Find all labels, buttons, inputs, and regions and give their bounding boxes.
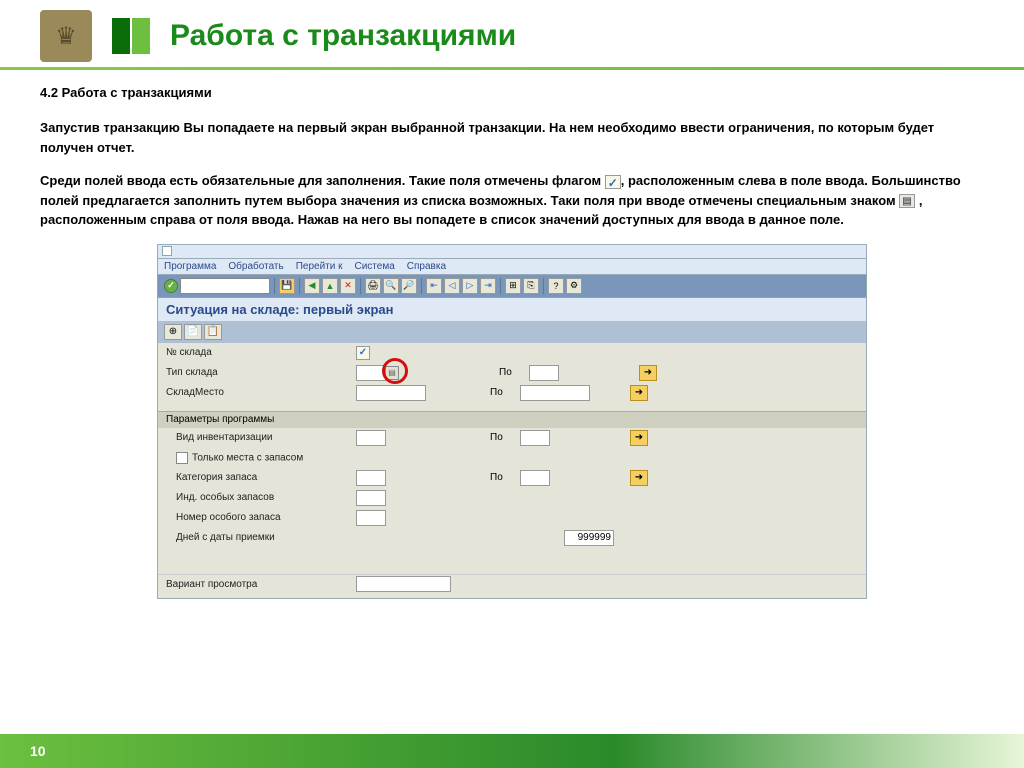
last-page-button[interactable]: ⇥: [480, 278, 496, 294]
input-storage-bin-to[interactable]: [520, 385, 590, 401]
divider: [0, 67, 1024, 70]
crest-logo: [40, 10, 92, 62]
multiple-selection-button[interactable]: ➜: [630, 430, 648, 446]
shortcut-button[interactable]: ⎘: [523, 278, 539, 294]
next-page-button[interactable]: ▷: [462, 278, 478, 294]
menu-system[interactable]: Система: [355, 261, 395, 272]
sap-app-toolbar: ⊕ 📄 📋: [157, 321, 867, 343]
label-inv-type: Вид инвентаризации: [166, 432, 356, 443]
input-display-variant[interactable]: [356, 576, 451, 592]
find-next-button[interactable]: 🔎: [401, 278, 417, 294]
layout-button[interactable]: ⚙: [566, 278, 582, 294]
menu-goto[interactable]: Перейти к: [296, 261, 343, 272]
input-special-ind[interactable]: [356, 490, 386, 506]
slide-footer: 10: [0, 734, 1024, 768]
section-heading: 4.2 Работа с транзакциями: [40, 85, 984, 100]
label-storage-bin: СкладМесто: [166, 387, 356, 398]
input-warehouse-type-to[interactable]: [529, 365, 559, 381]
decor-blocks: [112, 18, 150, 54]
first-page-button[interactable]: ⇤: [426, 278, 442, 294]
paragraph-1: Запустив транзакцию Вы попадаете на перв…: [40, 118, 984, 157]
input-inv-type-to[interactable]: [520, 430, 550, 446]
checkbox-only-stock[interactable]: [176, 452, 188, 464]
cancel-button[interactable]: ✕: [340, 278, 356, 294]
multiple-selection-button[interactable]: ➜: [639, 365, 657, 381]
enter-button[interactable]: ✓: [164, 279, 178, 293]
get-variant-button[interactable]: 📄: [184, 324, 202, 340]
group-header-params: Параметры программы: [158, 411, 866, 428]
paragraph-2: Среди полей ввода есть обязательные для …: [40, 171, 984, 230]
required-flag-icon: [605, 175, 621, 189]
sap-screenshot: Программа Обработать Перейти к Система С…: [157, 244, 867, 599]
input-stock-cat-from[interactable]: [356, 470, 386, 486]
label-to: По: [490, 472, 520, 483]
value-help-icon: [899, 194, 915, 208]
label-special-ind: Инд. особых запасов: [166, 492, 356, 503]
value-help-button[interactable]: ▤: [385, 366, 399, 380]
sap-screen-title: Ситуация на складе: первый экран: [157, 298, 867, 321]
slide-header: Работа с транзакциями: [0, 0, 1024, 67]
required-flag-icon: ✓: [356, 346, 370, 360]
label-stock-cat: Категория запаса: [166, 472, 356, 483]
selection-button[interactable]: 📋: [204, 324, 222, 340]
new-session-button[interactable]: ⊞: [505, 278, 521, 294]
input-warehouse-type-from[interactable]: [356, 365, 386, 381]
label-warehouse-type: Тип склада: [166, 367, 356, 378]
input-days-since[interactable]: 999999: [564, 530, 614, 546]
window-menu-icon[interactable]: [162, 246, 172, 256]
sap-form-body: № склада ✓ Тип склада ▤ По ➜ СкладМесто …: [157, 343, 867, 599]
input-inv-type-from[interactable]: [356, 430, 386, 446]
save-button[interactable]: 💾: [279, 278, 295, 294]
execute-button[interactable]: ⊕: [164, 324, 182, 340]
find-button[interactable]: 🔍: [383, 278, 399, 294]
multiple-selection-button[interactable]: ➜: [630, 470, 648, 486]
exit-button[interactable]: ▲: [322, 278, 338, 294]
label-only-stock: Только места с запасом: [166, 452, 356, 464]
label-special-no: Номер особого запаса: [166, 512, 356, 523]
sap-window-bar: [157, 244, 867, 258]
menu-help[interactable]: Справка: [407, 261, 446, 272]
slide-title: Работа с транзакциями: [170, 19, 516, 53]
p2-part-a: Среди полей ввода есть обязательные для …: [40, 173, 601, 188]
print-button[interactable]: 🖨: [365, 278, 381, 294]
prev-page-button[interactable]: ◁: [444, 278, 460, 294]
multiple-selection-button[interactable]: ➜: [630, 385, 648, 401]
slide-content: 4.2 Работа с транзакциями Запустив транз…: [0, 85, 1024, 599]
command-field[interactable]: [180, 278, 270, 294]
label-days-since: Дней с даты приемки: [166, 532, 356, 543]
menu-program[interactable]: Программа: [164, 261, 216, 272]
sap-toolbar: ✓ 💾 ◀ ▲ ✕ 🖨 🔍 🔎 ⇤ ◁ ▷ ⇥ ⊞ ⎘ ? ⚙: [157, 275, 867, 298]
sap-menu-bar: Программа Обработать Перейти к Система С…: [157, 258, 867, 275]
label-to: По: [499, 367, 529, 378]
label-to: По: [490, 432, 520, 443]
label-warehouse-no: № склада: [166, 347, 356, 358]
input-special-no[interactable]: [356, 510, 386, 526]
help-button[interactable]: ?: [548, 278, 564, 294]
back-button[interactable]: ◀: [304, 278, 320, 294]
input-stock-cat-to[interactable]: [520, 470, 550, 486]
page-number: 10: [30, 743, 46, 759]
menu-edit[interactable]: Обработать: [228, 261, 283, 272]
label-display-variant: Вариант просмотра: [166, 579, 356, 590]
label-to: По: [490, 387, 520, 398]
input-storage-bin-from[interactable]: [356, 385, 426, 401]
